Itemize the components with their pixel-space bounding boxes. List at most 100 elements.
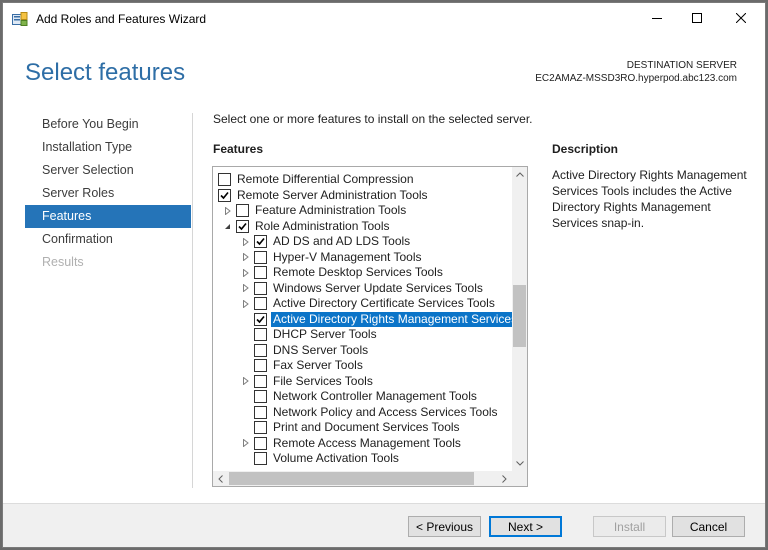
tree-item[interactable]: DHCP Server Tools (213, 327, 509, 342)
checkbox-unchecked[interactable] (218, 173, 231, 186)
checkmark-icon (256, 237, 265, 246)
collapsed-arrow-icon[interactable] (241, 296, 250, 311)
scroll-left-icon[interactable] (213, 471, 228, 486)
collapsed-arrow-icon[interactable] (241, 234, 250, 249)
nav-item-installation-type[interactable]: Installation Type (25, 136, 191, 159)
nav-item-features[interactable]: Features (25, 205, 191, 228)
tree-item[interactable]: Active Directory Certificate Services To… (213, 296, 509, 311)
features-tree[interactable]: Remote Differential Compression Remote Se… (212, 166, 528, 487)
window-title: Add Roles and Features Wizard (36, 12, 207, 26)
tree-item-label: Network Controller Management Tools (273, 389, 477, 403)
tree-item-label: File Services Tools (273, 373, 373, 388)
vertical-scroll-thumb[interactable] (513, 285, 526, 347)
collapsed-arrow-icon[interactable] (223, 203, 232, 218)
tree-item[interactable]: Remote Access Management Tools (213, 436, 509, 451)
scroll-down-icon[interactable] (512, 456, 527, 471)
minimize-button[interactable] (637, 3, 677, 33)
wizard-nav: Before You Begin Installation Type Serve… (25, 113, 191, 274)
wizard-window: Add Roles and Features Wizard Select fea… (2, 2, 766, 548)
tree-item[interactable]: DNS Server Tools (213, 343, 509, 358)
nav-item-before-you-begin[interactable]: Before You Begin (25, 113, 191, 136)
tree-item[interactable]: Volume Activation Tools (213, 451, 509, 466)
tree-item-label: Volume Activation Tools (273, 451, 399, 465)
checkbox-unchecked[interactable] (236, 204, 249, 217)
checkbox-unchecked[interactable] (254, 266, 267, 279)
checkmark-icon (220, 191, 229, 199)
nav-item-results: Results (42, 255, 84, 269)
tree-item[interactable]: Windows Server Update Services Tools (213, 281, 509, 296)
checkbox-unchecked[interactable] (254, 328, 267, 341)
horizontal-scrollbar[interactable] (213, 471, 512, 486)
checkbox-unchecked[interactable] (254, 359, 267, 372)
collapsed-arrow-icon[interactable] (241, 436, 250, 451)
tree-item-label: Remote Differential Compression (237, 172, 414, 186)
nav-item-server-selection[interactable]: Server Selection (25, 159, 191, 182)
features-heading: Features (213, 142, 264, 156)
tree-item-label: Print and Document Services Tools (273, 420, 460, 434)
checkbox-unchecked[interactable] (254, 390, 267, 403)
collapsed-arrow-icon[interactable] (241, 374, 250, 389)
collapsed-arrow-icon[interactable] (241, 265, 250, 280)
minimize-icon (652, 13, 662, 23)
checkbox-unchecked[interactable] (254, 421, 267, 434)
checkbox-unchecked[interactable] (254, 297, 267, 310)
tree-item[interactable]: Hyper-V Management Tools (213, 250, 509, 265)
checkbox-unchecked[interactable] (254, 281, 267, 295)
install-button: Install (593, 516, 666, 537)
nav-item-confirmation[interactable]: Confirmation (25, 228, 191, 251)
tree-item[interactable]: Remote Desktop Services Tools (213, 265, 509, 280)
expanded-arrow-icon[interactable] (223, 219, 232, 234)
tree-item-label: Hyper-V Management Tools (273, 249, 422, 264)
cancel-button[interactable]: Cancel (672, 516, 745, 537)
vertical-scrollbar[interactable] (512, 167, 527, 471)
checkbox-checked[interactable] (236, 219, 249, 233)
checkbox-unchecked[interactable] (254, 374, 267, 388)
tree-item[interactable]: Feature Administration Tools (213, 203, 509, 218)
scrollbar-corner (512, 471, 527, 486)
tree-item[interactable]: Role Administration Tools (213, 219, 509, 234)
tree-item[interactable]: File Services Tools (213, 374, 509, 389)
description-text: Active Directory Rights Management Servi… (552, 168, 747, 230)
collapsed-arrow-icon[interactable] (241, 250, 250, 265)
tree-item[interactable]: Active Directory Rights Management Servi… (213, 311, 520, 327)
tree-item[interactable]: Remote Server Administration Tools (213, 188, 509, 203)
tree-item-label: Remote Access Management Tools (273, 435, 461, 450)
nav-item-server-roles[interactable]: Server Roles (25, 182, 191, 205)
tree-item-label: AD DS and AD LDS Tools (273, 234, 411, 248)
checkbox-unchecked[interactable] (254, 343, 267, 357)
checkbox-unchecked[interactable] (254, 452, 267, 465)
tree-item[interactable]: Fax Server Tools (213, 358, 509, 373)
checkbox-unchecked[interactable] (254, 436, 267, 450)
close-button[interactable] (721, 3, 761, 33)
checkmark-icon (238, 222, 247, 230)
previous-button[interactable]: < Previous (408, 516, 481, 537)
horizontal-scroll-thumb[interactable] (229, 472, 474, 485)
destination-server-name: EC2AMAZ-MSSD3RO.hyperpod.abc123.com (535, 73, 737, 84)
scroll-right-icon[interactable] (497, 471, 512, 486)
close-icon (736, 13, 746, 23)
intro-text: Select one or more features to install o… (213, 112, 533, 126)
title-bar: Add Roles and Features Wizard (3, 3, 765, 33)
tree-item[interactable]: Print and Document Services Tools (213, 420, 509, 435)
next-button[interactable]: Next > (489, 516, 562, 537)
scroll-up-icon[interactable] (512, 167, 527, 182)
maximize-button[interactable] (677, 3, 717, 33)
tree-item[interactable]: Network Policy and Access Services Tools (213, 405, 509, 420)
tree-item-label: Windows Server Update Services Tools (273, 280, 483, 295)
checkbox-unchecked[interactable] (254, 405, 267, 419)
tree-item-label: DNS Server Tools (273, 342, 369, 357)
tree-item-label: Active Directory Rights Management Servi… (271, 311, 520, 327)
tree-item[interactable]: Network Controller Management Tools (213, 389, 509, 404)
collapsed-arrow-icon[interactable] (241, 281, 250, 296)
checkbox-unchecked[interactable] (254, 250, 267, 264)
checkbox-checked[interactable] (218, 188, 231, 202)
tree-item[interactable]: AD DS and AD LDS Tools (213, 234, 509, 249)
checkmark-icon (256, 315, 265, 323)
tree-item[interactable]: Remote Differential Compression (213, 172, 509, 187)
checkbox-checked[interactable] (254, 235, 267, 248)
wizard-footer: < Previous Next > Install Cancel (3, 503, 765, 547)
tree-item-label: Role Administration Tools (255, 218, 390, 233)
page-title: Select features (25, 59, 186, 86)
tree-item-label: Network Policy and Access Services Tools (273, 404, 498, 419)
checkbox-checked[interactable] (254, 312, 267, 326)
